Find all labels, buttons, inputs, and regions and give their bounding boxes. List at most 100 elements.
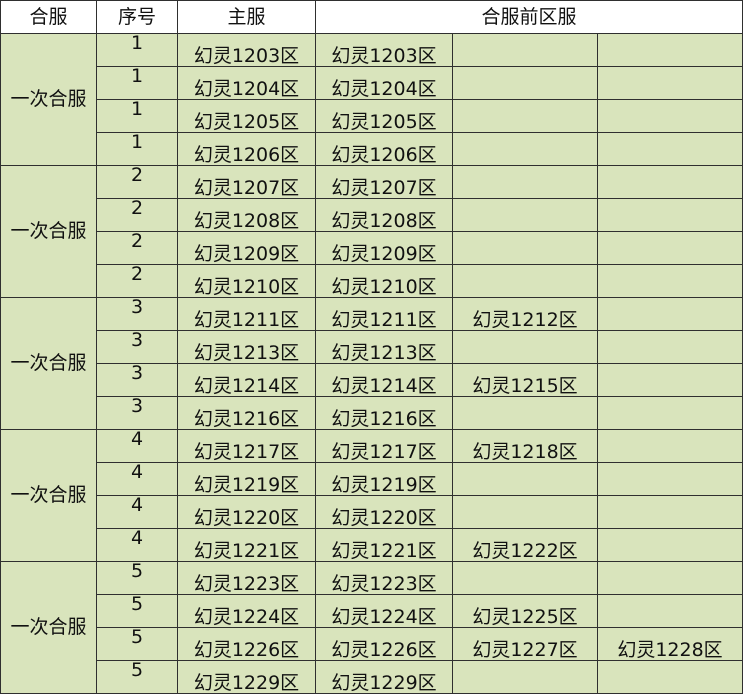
pre-merge-server-cell xyxy=(596,561,743,595)
seq-cell: 3 xyxy=(96,297,178,331)
table-row: 一次合服 1 幻灵1203区 幻灵1203区 xyxy=(0,33,743,166)
merge-group-label: 一次合服 xyxy=(0,429,97,562)
pre-merge-server-cell: 幻灵1204区 xyxy=(315,66,453,100)
pre-merge-server-cell: 幻灵1229区 xyxy=(315,660,453,694)
table-row: 5 幻灵1224区 幻灵1224区 幻灵1225区 xyxy=(1,594,743,628)
seq-cell: 3 xyxy=(96,363,178,397)
pre-merge-server-cell: 幻灵1211区 xyxy=(315,297,453,331)
seq-cell: 5 xyxy=(96,561,178,595)
main-server-cell: 幻灵1226区 xyxy=(177,627,316,661)
pre-merge-server-cell xyxy=(452,264,598,298)
table-body: 一次合服 1 幻灵1203区 幻灵1203区 1 幻灵1204区 幻灵1204区 1 幻灵120… xyxy=(0,33,743,694)
main-server-cell: 幻灵1229区 xyxy=(177,660,316,694)
pre-merge-server-cell xyxy=(596,297,743,331)
pre-merge-server-cell xyxy=(596,429,743,463)
seq-cell: 3 xyxy=(96,330,178,364)
pre-merge-server-cell xyxy=(596,132,743,166)
seq-cell: 5 xyxy=(96,627,178,661)
pre-merge-server-cell xyxy=(452,198,598,232)
header-before: 合服前区服 xyxy=(314,0,743,34)
pre-merge-server-cell xyxy=(596,33,743,67)
seq-cell: 2 xyxy=(96,264,178,298)
merge-group-label: 一次合服 xyxy=(0,297,97,430)
pre-merge-server-cell: 幻灵1226区 xyxy=(315,627,453,661)
pre-merge-server-cell: 幻灵1215区 xyxy=(452,363,598,397)
header-merge: 合服 xyxy=(0,0,97,34)
main-server-cell: 幻灵1224区 xyxy=(177,594,316,628)
table-row: 5 幻灵1226区 幻灵1226区 幻灵1227区 幻灵1228区 xyxy=(1,627,743,661)
seq-cell: 1 xyxy=(96,66,178,100)
pre-merge-server-cell: 幻灵1228区 xyxy=(596,627,743,661)
pre-merge-server-cell xyxy=(452,396,598,430)
seq-cell: 2 xyxy=(96,198,178,232)
pre-merge-server-cell xyxy=(596,462,743,496)
pre-merge-server-cell xyxy=(452,561,598,595)
pre-merge-server-cell xyxy=(596,495,743,529)
table-row: 3 幻灵1216区 幻灵1216区 xyxy=(1,396,743,430)
pre-merge-server-cell xyxy=(596,66,743,100)
pre-merge-server-cell: 幻灵1207区 xyxy=(315,165,453,199)
pre-merge-server-cell xyxy=(452,231,598,265)
table-row: 一次合服 5 幻灵1223区 幻灵1223区 xyxy=(0,561,743,694)
pre-merge-server-cell xyxy=(452,99,598,133)
main-server-cell: 幻灵1206区 xyxy=(177,132,316,166)
pre-merge-server-cell xyxy=(452,66,598,100)
pre-merge-server-cell xyxy=(452,330,598,364)
pre-merge-server-cell xyxy=(596,264,743,298)
main-server-cell: 幻灵1210区 xyxy=(177,264,316,298)
pre-merge-server-cell: 幻灵1224区 xyxy=(315,594,453,628)
pre-merge-server-cell: 幻灵1220区 xyxy=(315,495,453,529)
pre-merge-server-cell: 幻灵1208区 xyxy=(315,198,453,232)
table-row: 4 幻灵1219区 幻灵1219区 xyxy=(1,462,743,496)
pre-merge-server-cell xyxy=(596,528,743,562)
pre-merge-server-cell xyxy=(452,462,598,496)
pre-merge-server-cell xyxy=(452,660,598,694)
seq-cell: 1 xyxy=(96,132,178,166)
pre-merge-server-cell: 幻灵1206区 xyxy=(315,132,453,166)
table-row: 2 幻灵1208区 幻灵1208区 xyxy=(1,198,743,232)
table-row: 1 幻灵1205区 幻灵1205区 xyxy=(1,99,743,133)
seq-cell: 4 xyxy=(96,429,178,463)
table-row: 2 幻灵1209区 幻灵1209区 xyxy=(1,231,743,265)
server-merge-table: 合服 序号 主服 合服前区服 一次合服 1 幻灵1203区 幻灵1203区 1 幻灵120… xyxy=(0,0,743,694)
pre-merge-server-cell: 幻灵1216区 xyxy=(315,396,453,430)
pre-merge-server-cell xyxy=(596,396,743,430)
table-row: 一次合服 2 幻灵1207区 幻灵1207区 xyxy=(0,165,743,298)
pre-merge-server-cell xyxy=(596,363,743,397)
main-server-cell: 幻灵1208区 xyxy=(177,198,316,232)
main-server-cell: 幻灵1204区 xyxy=(177,66,316,100)
header-main: 主服 xyxy=(177,0,316,34)
seq-cell: 2 xyxy=(96,165,178,199)
pre-merge-server-cell: 幻灵1223区 xyxy=(315,561,453,595)
pre-merge-server-cell xyxy=(452,495,598,529)
main-server-cell: 幻灵1221区 xyxy=(177,528,316,562)
seq-cell: 1 xyxy=(96,99,178,133)
main-server-cell: 幻灵1207区 xyxy=(177,165,316,199)
table-row: 4 幻灵1221区 幻灵1221区 幻灵1222区 xyxy=(1,528,743,562)
table-row: 4 幻灵1220区 幻灵1220区 xyxy=(1,495,743,529)
seq-cell: 4 xyxy=(96,462,178,496)
main-server-cell: 幻灵1209区 xyxy=(177,231,316,265)
header-row: 合服 序号 主服 合服前区服 xyxy=(0,0,743,34)
merge-group-label: 一次合服 xyxy=(0,33,97,166)
pre-merge-server-cell: 幻灵1225区 xyxy=(452,594,598,628)
main-server-cell: 幻灵1216区 xyxy=(177,396,316,430)
seq-cell: 4 xyxy=(96,528,178,562)
seq-cell: 1 xyxy=(96,33,178,67)
table-row: 3 幻灵1213区 幻灵1213区 xyxy=(1,330,743,364)
seq-cell: 5 xyxy=(96,660,178,694)
table-row: 3 幻灵1214区 幻灵1214区 幻灵1215区 xyxy=(1,363,743,397)
pre-merge-server-cell: 幻灵1214区 xyxy=(315,363,453,397)
main-server-cell: 幻灵1219区 xyxy=(177,462,316,496)
main-server-cell: 幻灵1203区 xyxy=(177,33,316,67)
table-row: 1 幻灵1204区 幻灵1204区 xyxy=(1,66,743,100)
pre-merge-server-cell xyxy=(596,99,743,133)
table-row: 5 幻灵1229区 幻灵1229区 xyxy=(1,660,743,694)
pre-merge-server-cell xyxy=(596,330,743,364)
seq-cell: 2 xyxy=(96,231,178,265)
table-row: 1 幻灵1206区 幻灵1206区 xyxy=(1,132,743,166)
pre-merge-server-cell: 幻灵1219区 xyxy=(315,462,453,496)
pre-merge-server-cell: 幻灵1227区 xyxy=(452,627,598,661)
pre-merge-server-cell: 幻灵1205区 xyxy=(315,99,453,133)
seq-cell: 4 xyxy=(96,495,178,529)
